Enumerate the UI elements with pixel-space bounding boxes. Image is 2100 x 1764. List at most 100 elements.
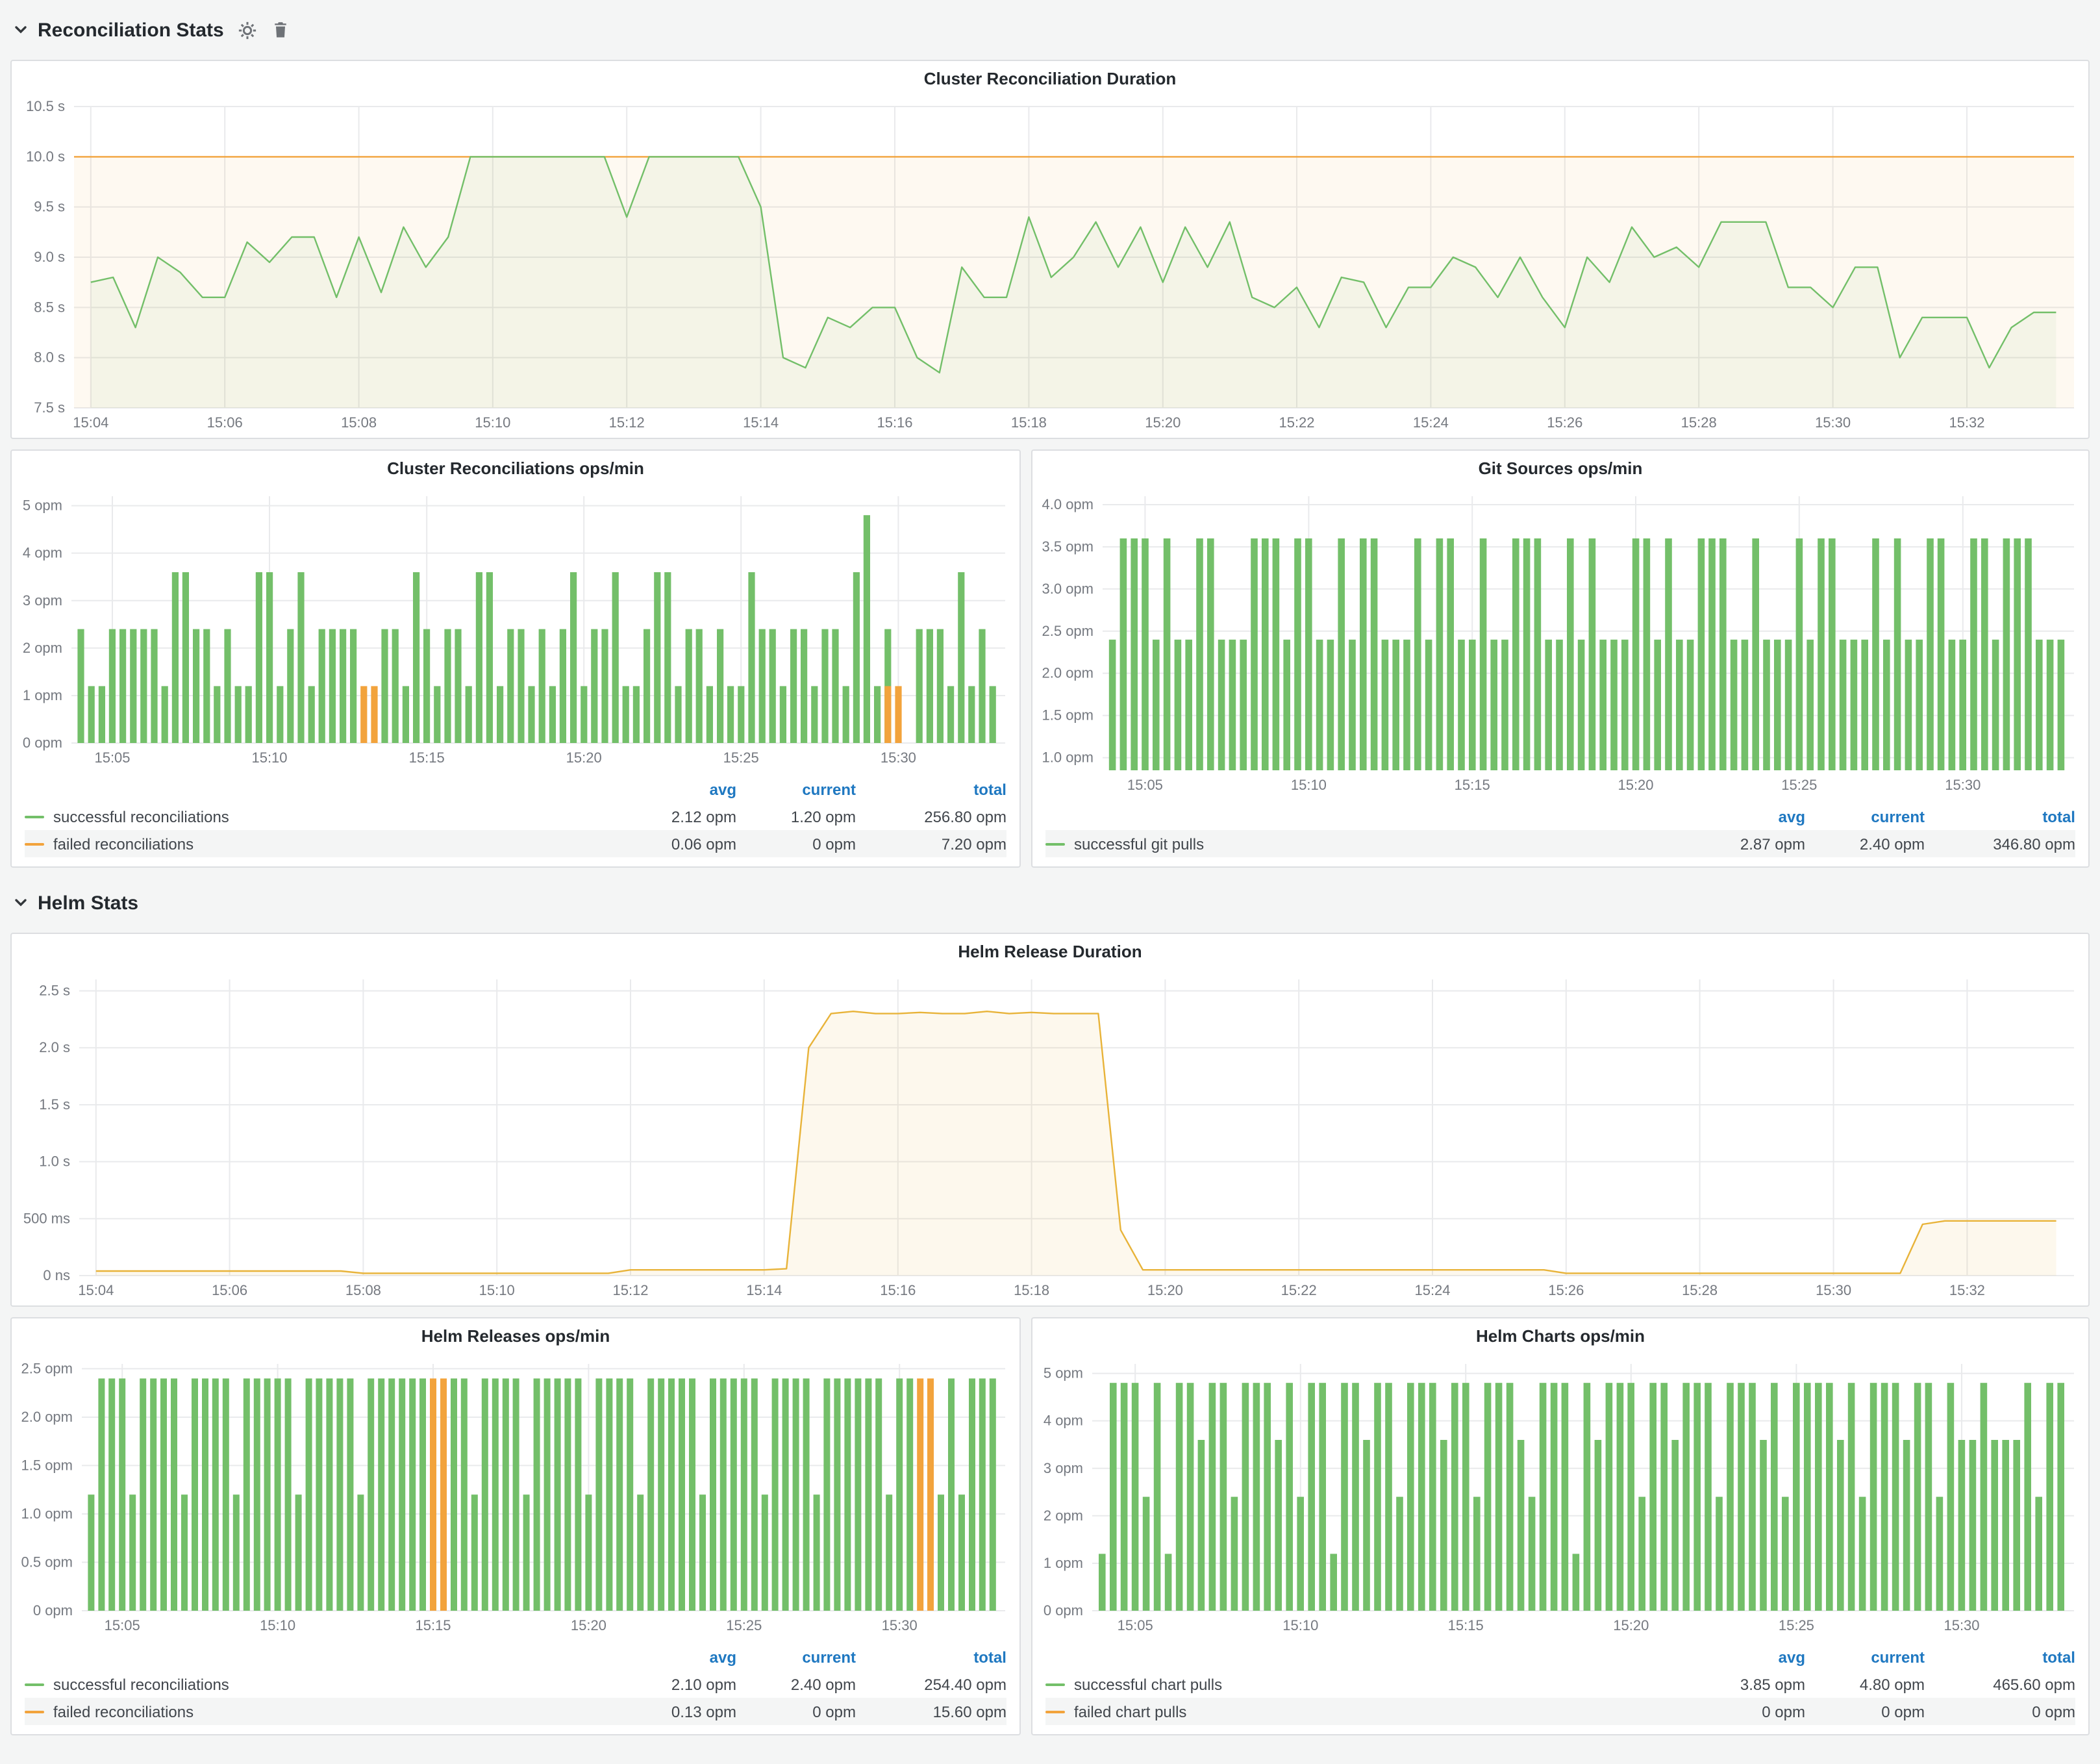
- section-header-helm-stats[interactable]: Helm Stats: [10, 883, 2090, 922]
- svg-text:10.5 s: 10.5 s: [26, 98, 65, 114]
- svg-text:1.0 s: 1.0 s: [39, 1153, 70, 1170]
- legend-total-value: 346.80 opm: [1925, 835, 2075, 853]
- legend-total-value: 256.80 opm: [856, 807, 1006, 825]
- legend-col-total[interactable]: total: [1925, 807, 2075, 825]
- section-title[interactable]: Helm Stats: [38, 892, 138, 914]
- svg-text:0.5 opm: 0.5 opm: [21, 1554, 73, 1570]
- legend-col-total[interactable]: total: [1925, 1648, 2075, 1666]
- svg-text:0 opm: 0 opm: [23, 735, 62, 751]
- svg-text:1.0 opm: 1.0 opm: [1042, 750, 1094, 766]
- legend-avg-value: 3.85 opm: [1686, 1675, 1805, 1693]
- svg-text:500 ms: 500 ms: [23, 1210, 70, 1226]
- legend-series-name[interactable]: failed reconciliations: [53, 1702, 194, 1720]
- svg-text:0 opm: 0 opm: [33, 1602, 73, 1619]
- legend-avg-value: 0 opm: [1686, 1702, 1805, 1720]
- svg-text:15:20: 15:20: [1618, 777, 1653, 793]
- legend-col-current[interactable]: current: [1805, 1648, 1925, 1666]
- legend-col-current[interactable]: current: [1805, 807, 1925, 825]
- svg-text:15:08: 15:08: [341, 414, 377, 431]
- svg-text:3.0 opm: 3.0 opm: [1042, 581, 1094, 597]
- svg-text:15:12: 15:12: [612, 1282, 648, 1298]
- svg-text:15:28: 15:28: [1682, 1282, 1718, 1298]
- legend-total-value: 7.20 opm: [856, 835, 1006, 853]
- svg-text:15:05: 15:05: [1118, 1617, 1153, 1633]
- legend-col-avg[interactable]: avg: [617, 1648, 736, 1666]
- trash-icon[interactable]: [272, 21, 290, 39]
- svg-text:2 opm: 2 opm: [1044, 1507, 1083, 1524]
- svg-text:1 opm: 1 opm: [23, 687, 62, 703]
- svg-text:15:10: 15:10: [251, 750, 287, 766]
- svg-text:15:12: 15:12: [609, 414, 645, 431]
- svg-text:15:30: 15:30: [1815, 414, 1851, 431]
- gear-icon[interactable]: [238, 20, 258, 40]
- legend-col-total[interactable]: total: [856, 1648, 1006, 1666]
- series-swatch-green: [1045, 1683, 1065, 1685]
- legend-current-value: 4.80 opm: [1805, 1675, 1925, 1693]
- legend-col-avg[interactable]: avg: [1686, 807, 1805, 825]
- chart-helm-releases-ops[interactable]: 0 opm0.5 opm1.0 opm1.5 opm2.0 opm2.5 opm…: [12, 1352, 1019, 1641]
- chart-helm-charts-ops[interactable]: 0 opm1 opm2 opm3 opm4 opm5 opm15:0515:10…: [1032, 1352, 2088, 1641]
- panel-git-sources-ops: Git Sources ops/min 1.0 opm1.5 opm2.0 op…: [1031, 449, 2090, 868]
- legend-col-total[interactable]: total: [856, 780, 1006, 798]
- legend-col-avg[interactable]: avg: [617, 780, 736, 798]
- legend-series-name[interactable]: successful git pulls: [1074, 835, 1204, 853]
- legend-series-name[interactable]: failed reconciliations: [53, 835, 194, 853]
- section-header-reconciliation-stats[interactable]: Reconciliation Stats: [10, 10, 2090, 49]
- legend-series-name[interactable]: failed chart pulls: [1074, 1702, 1186, 1720]
- legend-row: successful chart pulls 3.85 opm 4.80 opm…: [1045, 1670, 2075, 1698]
- svg-text:15:20: 15:20: [1613, 1617, 1649, 1633]
- svg-text:2.0 opm: 2.0 opm: [1042, 665, 1094, 681]
- legend-header: avg current total: [1045, 803, 2075, 830]
- svg-text:3 opm: 3 opm: [23, 592, 62, 609]
- section-title[interactable]: Reconciliation Stats: [38, 19, 224, 41]
- svg-text:15:15: 15:15: [415, 1617, 451, 1633]
- legend-row: successful reconciliations 2.10 opm 2.40…: [25, 1670, 1006, 1698]
- panel-title[interactable]: Cluster Reconciliations ops/min: [12, 451, 1019, 485]
- svg-text:15:30: 15:30: [882, 1617, 918, 1633]
- svg-text:2.5 opm: 2.5 opm: [1042, 623, 1094, 639]
- svg-text:15:32: 15:32: [1949, 1282, 1985, 1298]
- svg-text:0 opm: 0 opm: [1044, 1602, 1083, 1619]
- svg-text:15:10: 15:10: [260, 1617, 295, 1633]
- chart-helm-release-duration[interactable]: 0 ns500 ms1.0 s1.5 s2.0 s2.5 s15:0415:06…: [12, 968, 2088, 1305]
- svg-text:5 opm: 5 opm: [1044, 1365, 1083, 1381]
- svg-text:0 ns: 0 ns: [43, 1267, 70, 1283]
- chart-cluster-reconciliation-duration[interactable]: 7.5 s8.0 s8.5 s9.0 s9.5 s10.0 s10.5 s15:…: [12, 95, 2088, 438]
- chevron-down-icon[interactable]: [13, 22, 29, 38]
- series-swatch-green: [1045, 842, 1065, 845]
- legend-col-current[interactable]: current: [736, 780, 856, 798]
- legend-current-value: 0 opm: [736, 1702, 856, 1720]
- panel-title[interactable]: Helm Releases ops/min: [12, 1318, 1019, 1352]
- svg-text:2.0 s: 2.0 s: [39, 1039, 70, 1055]
- legend-avg-value: 2.87 opm: [1686, 835, 1805, 853]
- panel-title[interactable]: Cluster Reconciliation Duration: [12, 61, 2088, 95]
- chevron-down-icon[interactable]: [13, 895, 29, 911]
- svg-text:15:22: 15:22: [1281, 1282, 1317, 1298]
- legend-col-avg[interactable]: avg: [1686, 1648, 1805, 1666]
- svg-text:15:20: 15:20: [1145, 414, 1181, 431]
- svg-text:15:16: 15:16: [877, 414, 912, 431]
- panel-title[interactable]: Helm Charts ops/min: [1032, 1318, 2088, 1352]
- svg-text:15:30: 15:30: [1816, 1282, 1851, 1298]
- panel-cluster-reconciliations-ops: Cluster Reconciliations ops/min 0 opm 1 o…: [10, 449, 1021, 868]
- chart-git-sources-ops[interactable]: 1.0 opm1.5 opm2.0 opm2.5 opm3.0 opm3.5 o…: [1032, 485, 2088, 800]
- svg-text:4.0 opm: 4.0 opm: [1042, 496, 1094, 512]
- svg-text:15:08: 15:08: [345, 1282, 381, 1298]
- legend-col-current[interactable]: current: [736, 1648, 856, 1666]
- chart-cluster-reconciliations-ops[interactable]: 0 opm1 opm2 opm3 opm4 opm5 opm15:0515:10…: [12, 485, 1019, 773]
- svg-text:15:10: 15:10: [475, 414, 510, 431]
- legend-series-name[interactable]: successful reconciliations: [53, 807, 229, 825]
- legend-series-name[interactable]: successful reconciliations: [53, 1675, 229, 1693]
- legend-series-name[interactable]: successful chart pulls: [1074, 1675, 1222, 1693]
- svg-text:8.0 s: 8.0 s: [34, 349, 65, 366]
- svg-text:15:26: 15:26: [1547, 414, 1582, 431]
- panel-title[interactable]: Helm Release Duration: [12, 934, 2088, 968]
- series-swatch-green: [25, 1683, 44, 1685]
- svg-text:15:25: 15:25: [726, 1617, 762, 1633]
- legend-header: avg current total: [25, 775, 1006, 803]
- legend: avg current total successful git pulls 2…: [1032, 800, 2088, 866]
- legend-current-value: 2.40 opm: [1805, 835, 1925, 853]
- svg-text:3.5 opm: 3.5 opm: [1042, 538, 1094, 555]
- legend-total-value: 465.60 opm: [1925, 1675, 2075, 1693]
- panel-title[interactable]: Git Sources ops/min: [1032, 451, 2088, 485]
